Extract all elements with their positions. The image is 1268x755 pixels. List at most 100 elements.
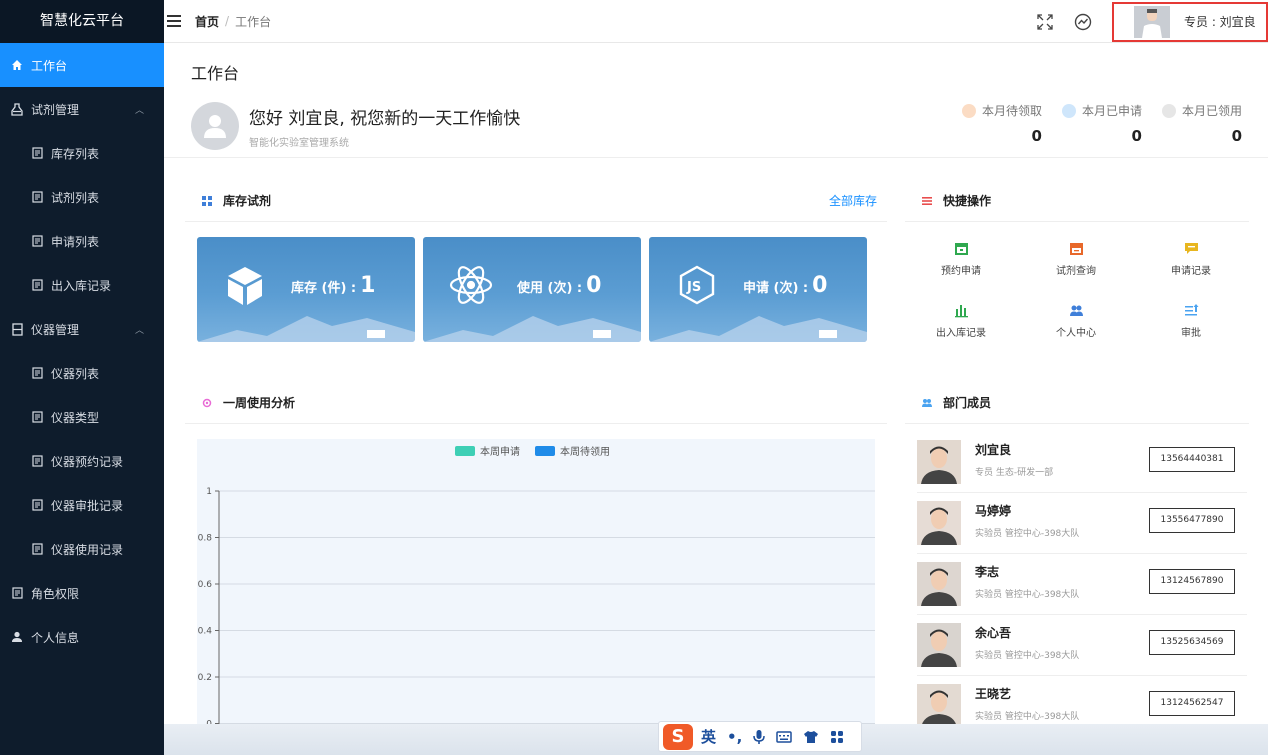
member-phone[interactable]: 13556477890 bbox=[1149, 508, 1235, 533]
main-content: 工作台 您好 刘宜良, 祝您新的一天工作愉快 智能化实验室管理系统 本月待领取 … bbox=[164, 44, 1268, 755]
member-phone[interactable]: 13124562547 bbox=[1149, 691, 1235, 716]
sidebar-item-approval-records[interactable]: 仪器审批记录 bbox=[0, 483, 164, 527]
quick-reagent-query[interactable]: 试剂查询 bbox=[1036, 240, 1116, 277]
member-photo bbox=[917, 562, 961, 606]
sidebar-item-reservation-records[interactable]: 仪器预约记录 bbox=[0, 439, 164, 483]
member-role-dept: 实验员 管控中心-398大队 bbox=[975, 529, 1080, 539]
legend-swatch[interactable] bbox=[535, 446, 555, 456]
sidebar-item-reagent-mgmt[interactable]: 试剂管理 ︿ bbox=[0, 87, 164, 131]
menu-toggle-icon[interactable] bbox=[167, 15, 181, 27]
y-tick-label: 1 bbox=[206, 487, 212, 497]
sidebar-item-roles[interactable]: 角色权限 bbox=[0, 571, 164, 615]
default-avatar-icon bbox=[191, 102, 239, 150]
users-icon bbox=[1068, 302, 1084, 318]
quick-approve[interactable]: 审批 bbox=[1151, 302, 1231, 339]
legend-label[interactable]: 本周待领用 bbox=[560, 445, 610, 458]
quick-inout-records[interactable]: 出入库记录 bbox=[921, 302, 1001, 339]
sidebar-item-label: 仪器审批记录 bbox=[51, 498, 124, 513]
stat-received: 本月已领用 0 bbox=[1161, 102, 1242, 145]
chevron-up-icon: ︿ bbox=[134, 325, 144, 336]
home-icon bbox=[10, 58, 24, 72]
ime-toolbar[interactable]: S 英 •, bbox=[658, 721, 862, 752]
y-tick-label: 0.2 bbox=[198, 673, 212, 683]
sidebar-item-reagent-list[interactable]: 试剂列表 bbox=[0, 175, 164, 219]
monthly-stats: 本月待领取 0 本月已申请 0 本月已领用 0 bbox=[942, 102, 1242, 145]
bottle-icon bbox=[10, 102, 24, 116]
member-row[interactable]: 李志 实验员 管控中心-398大队 13124567890 bbox=[917, 554, 1247, 615]
calendar-icon bbox=[953, 240, 969, 256]
quick-title: 快捷操作 bbox=[943, 194, 992, 208]
sidebar-item-label: 仪器类型 bbox=[51, 410, 100, 425]
document-icon bbox=[30, 278, 44, 292]
member-name: 王晓艺 bbox=[975, 687, 1012, 701]
breadcrumb-current: 工作台 bbox=[235, 14, 272, 29]
sidebar-item-profile[interactable]: 个人信息 bbox=[0, 615, 164, 659]
sidebar-item-label: 个人信息 bbox=[31, 630, 80, 645]
sidebar-item-instrument-mgmt[interactable]: 仪器管理 ︿ bbox=[0, 307, 164, 351]
sidebar-item-usage-records[interactable]: 仪器使用记录 bbox=[0, 527, 164, 571]
instrument-icon bbox=[10, 322, 24, 336]
sidebar-item-label: 仪器使用记录 bbox=[51, 542, 124, 557]
quick-panel: 快捷操作 预约申请 试剂查询 申请记录 出入库记录 个人中心 审批 bbox=[905, 180, 1249, 360]
greeting-text: 您好 刘宜良, 祝您新的一天工作愉快 bbox=[249, 108, 521, 129]
sidebar-item-label: 仪器预约记录 bbox=[51, 454, 124, 469]
breadcrumb-home[interactable]: 首页 bbox=[195, 13, 219, 30]
quick-reserve[interactable]: 预约申请 bbox=[921, 240, 1001, 277]
apply-card[interactable]: JS 申请 (次) :0 bbox=[649, 237, 867, 342]
member-role-dept: 实验员 管控中心-398大队 bbox=[975, 712, 1080, 722]
quick-label: 预约申请 bbox=[941, 266, 981, 277]
page-title: 工作台 bbox=[191, 64, 240, 83]
member-name: 余心吾 bbox=[975, 626, 1012, 640]
member-phone[interactable]: 13124567890 bbox=[1149, 569, 1235, 594]
sidebar-item-apply-list[interactable]: 申请列表 bbox=[0, 219, 164, 263]
ime-punctuation[interactable]: •, bbox=[727, 728, 742, 746]
member-row[interactable]: 余心吾 实验员 管控中心-398大队 13525634569 bbox=[917, 615, 1247, 676]
system-name: 智能化实验室管理系统 bbox=[249, 137, 349, 149]
mountain-decoration bbox=[423, 316, 641, 342]
toolbox-icon[interactable] bbox=[830, 730, 844, 744]
microphone-icon[interactable] bbox=[753, 729, 766, 745]
member-row[interactable]: 刘宜良 专员 生态-研发一部 13564440381 bbox=[917, 432, 1247, 493]
theme-icon[interactable] bbox=[1074, 13, 1092, 31]
quick-personal-center[interactable]: 个人中心 bbox=[1036, 302, 1116, 339]
card-label: 使用 (次) : bbox=[517, 281, 583, 296]
document-icon bbox=[30, 410, 44, 424]
team-icon bbox=[922, 398, 932, 407]
member-photo bbox=[917, 501, 961, 545]
sidebar-item-label: 角色权限 bbox=[31, 586, 80, 601]
mountain-decoration bbox=[197, 316, 415, 342]
quick-label: 申请记录 bbox=[1171, 266, 1211, 277]
members-title: 部门成员 bbox=[943, 396, 992, 410]
user-icon bbox=[10, 630, 24, 644]
fullscreen-icon[interactable] bbox=[1036, 13, 1054, 31]
ime-mode[interactable]: 英 bbox=[701, 726, 716, 747]
stat-value: 0 bbox=[1231, 127, 1242, 145]
grid-icon bbox=[202, 195, 212, 206]
sidebar-item-instrument-type[interactable]: 仪器类型 bbox=[0, 395, 164, 439]
headset-icon bbox=[1061, 103, 1076, 118]
sogou-logo-icon[interactable]: S bbox=[663, 723, 693, 750]
quick-apply-records[interactable]: 申请记录 bbox=[1151, 240, 1231, 277]
sidebar-item-workbench[interactable]: 工作台 bbox=[0, 43, 164, 87]
sidebar-item-instrument-list[interactable]: 仪器列表 bbox=[0, 351, 164, 395]
legend-label[interactable]: 本周申请 bbox=[480, 445, 520, 458]
all-stock-link[interactable]: 全部库存 bbox=[829, 192, 877, 209]
member-phone[interactable]: 13564440381 bbox=[1149, 447, 1235, 472]
document-icon bbox=[10, 586, 24, 600]
legend-swatch[interactable] bbox=[455, 446, 475, 456]
card-value: 0 bbox=[586, 273, 602, 298]
member-row[interactable]: 马婷婷 实验员 管控中心-398大队 13556477890 bbox=[917, 493, 1247, 554]
sidebar-item-inout-records[interactable]: 出入库记录 bbox=[0, 263, 164, 307]
stock-card[interactable]: 库存 (件) :1 bbox=[197, 237, 415, 342]
user-menu[interactable]: 专员 : 刘宜良 bbox=[1112, 1, 1268, 42]
member-phone[interactable]: 13525634569 bbox=[1149, 630, 1235, 655]
stock-title: 库存试剂 bbox=[223, 194, 272, 208]
keyboard-icon[interactable] bbox=[776, 730, 793, 743]
skin-icon[interactable] bbox=[803, 730, 819, 744]
sidebar-item-stock-list[interactable]: 库存列表 bbox=[0, 131, 164, 175]
message-icon bbox=[1183, 240, 1199, 256]
atom-icon bbox=[449, 266, 493, 304]
usage-card[interactable]: 使用 (次) :0 bbox=[423, 237, 641, 342]
list-icon bbox=[922, 196, 932, 205]
document-icon bbox=[30, 454, 44, 468]
